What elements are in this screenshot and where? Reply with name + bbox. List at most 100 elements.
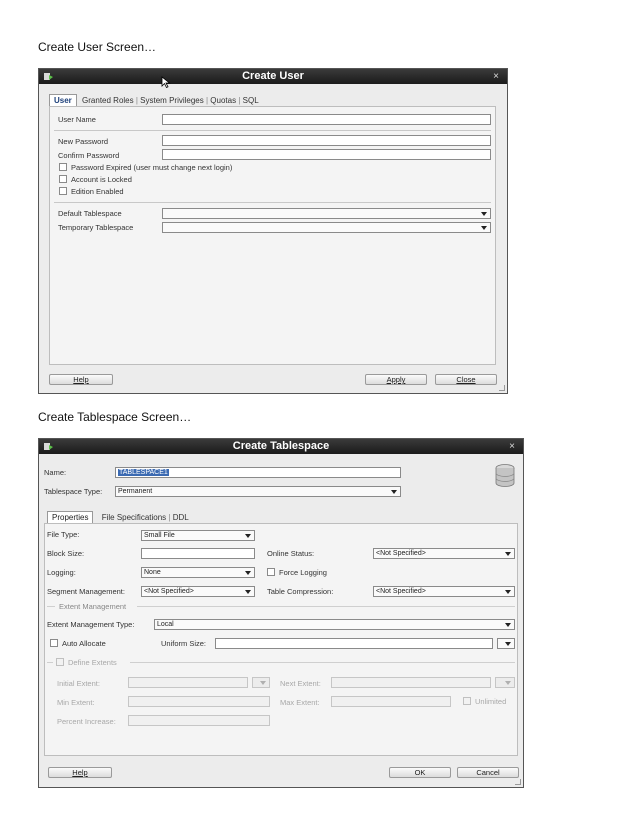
default-tablespace-select[interactable] [162, 208, 491, 219]
tablespace-type-label: Tablespace Type: [44, 487, 103, 496]
online-status-label: Online Status: [267, 549, 315, 558]
divider [54, 130, 491, 131]
chevron-down-icon [245, 590, 251, 594]
tab-ddl[interactable]: DDL [173, 513, 189, 522]
title-bar[interactable]: Create Tablespace × [39, 439, 523, 454]
tab-properties[interactable]: Properties [47, 511, 94, 523]
uniform-size-input[interactable] [215, 638, 493, 649]
name-value: TABLESPACE1 [118, 469, 169, 476]
database-icon [495, 464, 515, 487]
next-extent-unit-select[interactable] [495, 677, 515, 688]
initial-extent-unit-select[interactable] [252, 677, 270, 688]
resize-grip[interactable] [499, 385, 505, 391]
extent-management-group-label: Extent Management [59, 602, 127, 611]
apply-button[interactable]: Apply [365, 374, 427, 385]
chevron-down-icon [260, 681, 266, 685]
extent-management-type-select[interactable]: Local [154, 619, 515, 630]
apply-button-label: Apply [386, 375, 406, 384]
block-size-input[interactable] [141, 548, 255, 559]
initial-extent-input[interactable] [128, 677, 248, 688]
close-icon[interactable]: × [509, 439, 515, 454]
logging-select[interactable]: None [141, 567, 255, 578]
dialog-title: Create Tablespace [232, 440, 330, 452]
help-button-label: Help [73, 375, 89, 384]
help-button-label: Help [72, 768, 88, 777]
group-line [47, 662, 53, 663]
confirm-password-input[interactable] [162, 149, 491, 160]
auto-allocate-checkbox[interactable] [50, 639, 58, 647]
cancel-button-label: Cancel [476, 768, 500, 777]
name-input[interactable]: TABLESPACE1 [115, 467, 401, 478]
min-extent-input[interactable] [128, 696, 270, 707]
tab-quotas[interactable]: Quotas [210, 96, 236, 105]
online-status-value: <Not Specified> [376, 550, 426, 557]
user-panel: User Name New Password Confirm Password … [49, 106, 496, 365]
name-label: Name: [44, 468, 67, 477]
file-type-label-text: File Type: [47, 530, 80, 539]
user-name-input[interactable] [162, 114, 491, 125]
percent-increase-input[interactable] [128, 715, 270, 726]
tab-user[interactable]: User [49, 94, 77, 106]
confirm-password-label: Confirm Password [58, 151, 120, 160]
table-compression-label: Table Compression: [267, 587, 334, 596]
account-locked-checkbox[interactable] [59, 175, 67, 183]
account-locked-label: Account is Locked [71, 175, 132, 184]
create-tablespace-dialog: Create Tablespace × Name: TABLESPACE1 Ta… [38, 438, 524, 788]
chevron-down-icon [391, 490, 397, 494]
ok-button[interactable]: OK [389, 767, 451, 778]
help-button[interactable]: Help [48, 767, 112, 778]
cancel-button[interactable]: Cancel [457, 767, 519, 778]
uniform-size-label: Uniform Size: [161, 639, 207, 648]
password-expired-checkbox[interactable] [59, 163, 67, 171]
new-password-input[interactable] [162, 135, 491, 146]
next-extent-input[interactable] [331, 677, 491, 688]
tablespace-type-select[interactable]: Permanent [115, 486, 401, 497]
edition-enabled-label: Edition Enabled [71, 187, 124, 196]
max-extent-input[interactable] [331, 696, 451, 707]
user-name-label: User Name [58, 115, 96, 124]
unlimited-checkbox[interactable] [463, 697, 471, 705]
tab-granted-roles[interactable]: Granted Roles [82, 96, 134, 105]
close-button-label: Close [456, 375, 476, 384]
tab-system-privileges[interactable]: System Privileges [140, 96, 204, 105]
dialog-title: Create User [242, 70, 304, 82]
segment-management-label: Segment Management: [47, 587, 125, 596]
min-extent-label: Min Extent: [57, 698, 95, 707]
tab-file-specifications[interactable]: File Specifications [102, 513, 166, 522]
chevron-down-icon [245, 571, 251, 575]
close-button[interactable]: Close [435, 374, 497, 385]
app-icon [44, 443, 53, 450]
resize-grip[interactable] [515, 779, 521, 785]
new-password-label: New Password [58, 137, 109, 146]
uniform-size-unit-select[interactable] [497, 638, 515, 649]
title-bar[interactable]: Create User × [39, 69, 507, 84]
logging-value: None [144, 569, 161, 576]
edition-enabled-checkbox[interactable] [59, 187, 67, 195]
chevron-down-icon [481, 212, 487, 216]
online-status-select[interactable]: <Not Specified> [373, 548, 515, 559]
table-compression-value: <Not Specified> [376, 588, 426, 595]
help-button[interactable]: Help [49, 374, 113, 385]
chevron-down-icon [505, 552, 511, 556]
define-extents-checkbox[interactable] [56, 658, 64, 666]
default-tablespace-label: Default Tablespace [58, 209, 122, 218]
chevron-down-icon [505, 642, 511, 646]
ok-button-label: OK [414, 768, 426, 777]
password-expired-label: Password Expired (user must change next … [71, 163, 233, 172]
chevron-down-icon [245, 534, 251, 538]
temporary-tablespace-select[interactable] [162, 222, 491, 233]
segment-management-select[interactable]: <Not Specified> [141, 586, 255, 597]
max-extent-label: Max Extent: [280, 698, 320, 707]
tab-bar: Properties File Specifications | DDL [47, 511, 189, 523]
group-line [47, 606, 55, 607]
file-type-select[interactable]: Small File [141, 530, 255, 541]
extent-management-type-value: Local [157, 621, 174, 628]
tab-sql[interactable]: SQL [243, 96, 259, 105]
properties-panel: File Type: Small File Block Size: Online… [44, 523, 518, 756]
close-icon[interactable]: × [493, 69, 499, 84]
caption-create-user: Create User Screen… [38, 40, 157, 54]
chevron-down-icon [481, 226, 487, 230]
table-compression-select[interactable]: <Not Specified> [373, 586, 515, 597]
percent-increase-label: Percent Increase: [57, 717, 116, 726]
force-logging-checkbox[interactable] [267, 568, 275, 576]
